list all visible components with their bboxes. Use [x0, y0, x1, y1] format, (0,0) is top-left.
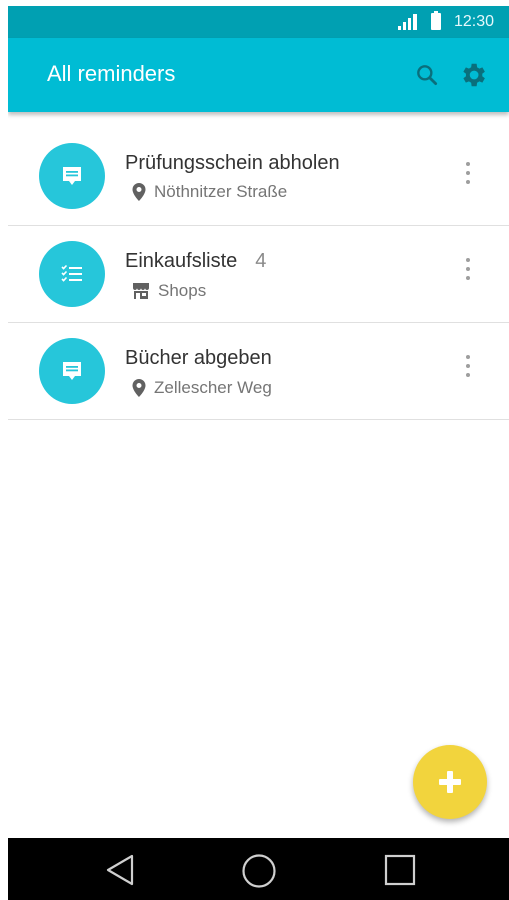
reminder-location-text: Shops [158, 281, 207, 300]
reminder-title: Prüfungsschein abholen [125, 152, 340, 175]
reminder-title: Bücher abgeben [125, 347, 272, 370]
reminder-title-text: Bücher abgeben [125, 347, 272, 369]
reminder-avatar [39, 241, 105, 307]
more-options-icon[interactable] [460, 162, 476, 192]
phone-screen: 12:30 All reminders Prüfungsschein abhol… [8, 6, 509, 900]
reminder-location: Shops [132, 281, 206, 301]
store-icon [133, 283, 149, 299]
search-icon[interactable] [414, 62, 440, 88]
reminder-location-text: Nöthnitzer Straße [154, 182, 288, 201]
location-pin-icon [132, 183, 146, 201]
reminder-location: Zellescher Weg [132, 378, 272, 398]
note-icon [63, 362, 81, 380]
reminder-title-text: Einkaufsliste [125, 250, 238, 272]
page-title: All reminders [47, 61, 176, 86]
note-icon [63, 167, 81, 185]
status-time: 12:30 [454, 13, 495, 30]
signal-icon [398, 14, 417, 30]
reminder-avatar [39, 143, 105, 209]
reminder-location-text: Zellescher Weg [154, 378, 272, 397]
navigation-bar [8, 838, 509, 900]
item-count: 4 [255, 250, 267, 272]
more-options-icon[interactable] [460, 355, 476, 385]
list-item[interactable]: Einkaufsliste 4 Shops [8, 226, 509, 323]
reminder-title: Einkaufsliste 4 [125, 250, 266, 273]
list-item[interactable]: Prüfungsschein abholen Nöthnitzer Straße [8, 112, 509, 226]
reminder-title-text: Prüfungsschein abholen [125, 152, 340, 174]
battery-icon [431, 11, 441, 30]
recents-icon[interactable] [383, 853, 417, 887]
plus-icon [439, 771, 461, 793]
reminder-location: Nöthnitzer Straße [132, 182, 287, 202]
reminder-avatar [39, 338, 105, 404]
settings-gear-icon[interactable] [458, 60, 488, 90]
add-reminder-button[interactable] [413, 745, 487, 819]
app-bar: All reminders [8, 38, 509, 112]
status-bar: 12:30 [8, 6, 509, 38]
more-options-icon[interactable] [460, 258, 476, 288]
home-icon[interactable] [241, 853, 277, 889]
location-pin-icon [132, 379, 146, 397]
back-icon[interactable] [103, 853, 137, 887]
checklist-icon [61, 264, 82, 282]
list-item[interactable]: Bücher abgeben Zellescher Weg [8, 323, 509, 420]
reminder-list: Prüfungsschein abholen Nöthnitzer Straße [8, 112, 509, 420]
